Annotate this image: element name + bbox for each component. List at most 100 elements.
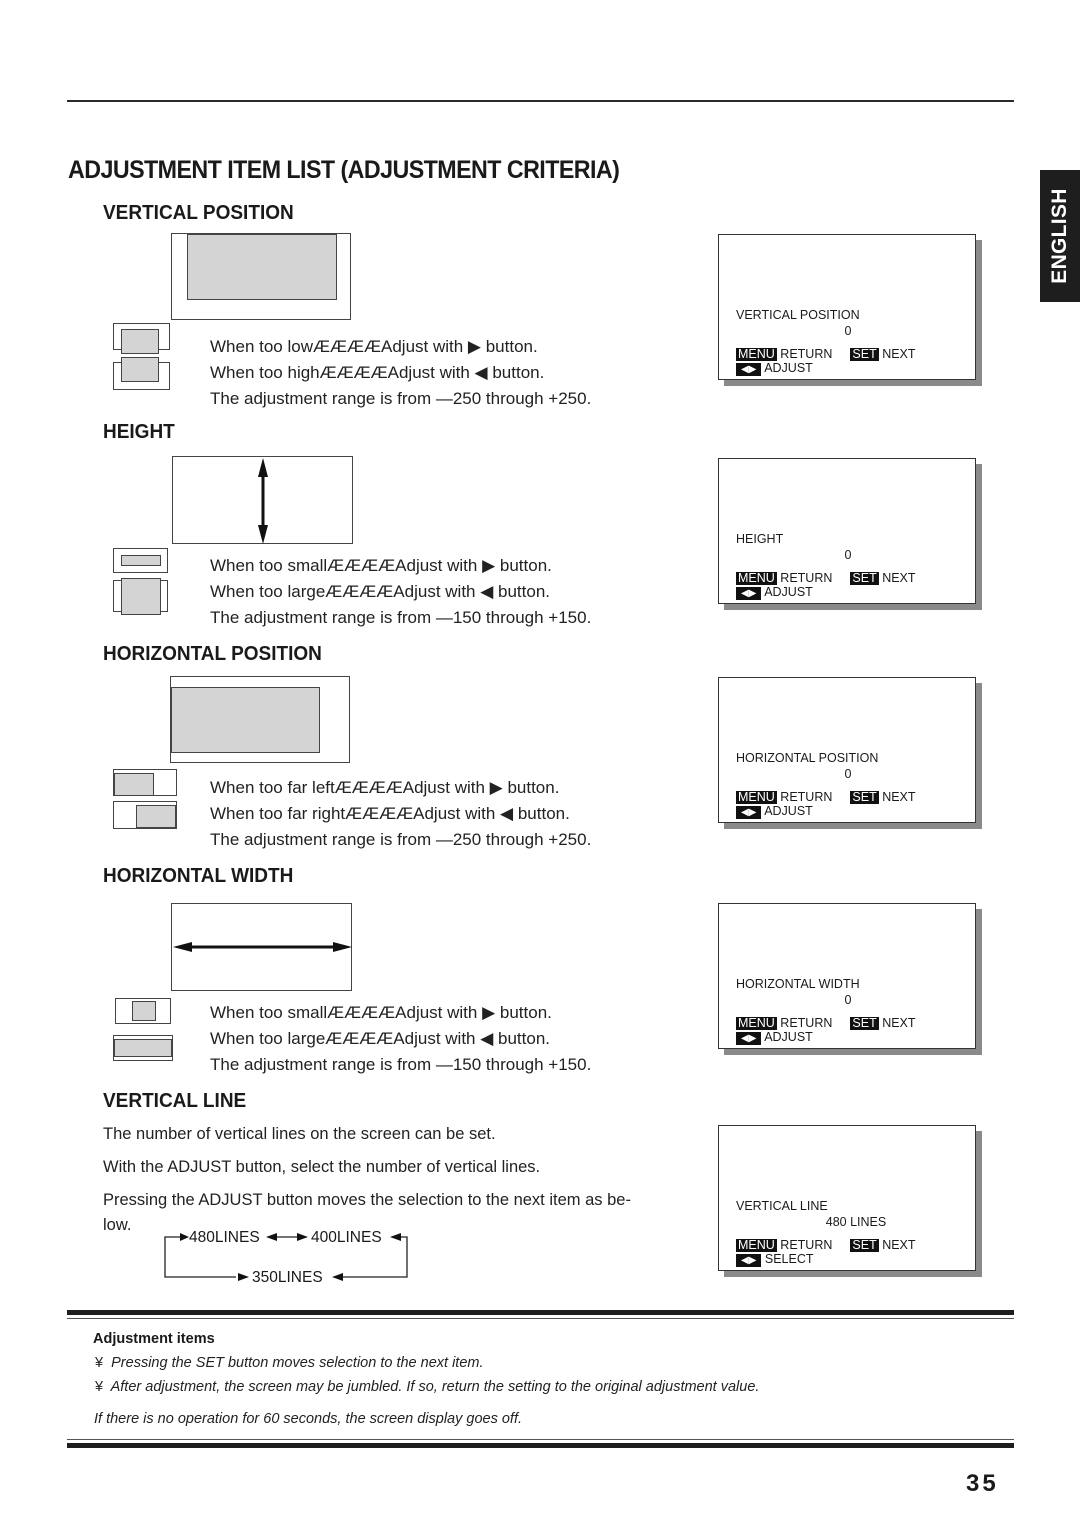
menu-key: MENU <box>736 347 777 361</box>
osd-label: HEIGHT <box>736 532 784 546</box>
menu-key: MENU <box>736 790 777 804</box>
paragraph: low. <box>103 1216 132 1234</box>
osd-label: HORIZONTAL POSITION <box>736 751 879 765</box>
instruction-line: When too lowÆÆÆÆAdjust with ▶ button. <box>210 337 538 356</box>
page-number: 35 <box>966 1470 999 1497</box>
language-tab-label: ENGLISH <box>1048 188 1071 284</box>
action-label: ADJUST <box>764 1030 813 1044</box>
action-label: SELECT <box>764 1252 814 1266</box>
arrow-keys-icon: ◀▶ <box>736 587 762 600</box>
osd-menu-vertical-line: VERTICAL LINE 480 LINES MENU RETURN SET N… <box>718 1125 976 1271</box>
osd-value: 0 <box>844 324 852 338</box>
paragraph: With the ADJUST button, select the numbe… <box>103 1158 541 1176</box>
notes-bottom-rule-thin <box>67 1439 1014 1440</box>
language-tab: ENGLISH <box>1040 170 1080 302</box>
return-label: RETURN <box>780 790 833 804</box>
next-label: NEXT <box>882 790 916 804</box>
instruction-line: When too largeÆÆÆÆAdjust with ◀ button. <box>210 1029 550 1048</box>
return-label: RETURN <box>780 571 833 585</box>
too-high-icon <box>113 357 170 390</box>
osd-value: 0 <box>844 767 852 781</box>
instruction-line: When too smallÆÆÆÆAdjust with ▶ button. <box>210 556 552 575</box>
too-large-icon <box>113 578 168 615</box>
too-far-right-icon <box>113 801 177 829</box>
menu-key: MENU <box>736 1238 777 1252</box>
bullet-icon: ¥ <box>95 1379 104 1395</box>
action-label: ADJUST <box>764 361 813 375</box>
osd-label: VERTICAL LINE <box>736 1199 828 1213</box>
flow-400lines: 400LINES <box>311 1229 382 1246</box>
paragraph: The number of vertical lines on the scre… <box>103 1125 496 1143</box>
section-title: VERTICAL POSITION <box>103 202 294 224</box>
section-title: HORIZONTAL WIDTH <box>103 865 294 887</box>
return-label: RETURN <box>780 1238 833 1252</box>
page-title: ADJUSTMENT ITEM LIST (ADJUSTMENT CRITERI… <box>68 156 620 184</box>
instruction-line: When too highÆÆÆÆAdjust with ◀ button. <box>210 363 545 382</box>
picture-area <box>187 234 337 300</box>
instruction-line: When too smallÆÆÆÆAdjust with ▶ button. <box>210 1003 552 1022</box>
instruction-line: When too far rightÆÆÆÆAdjust with ◀ butt… <box>210 804 570 823</box>
osd-menu-horizontal-position: HORIZONTAL POSITION 0 MENU RETURN SET NEX… <box>718 677 976 823</box>
paragraph: Pressing the ADJUST button moves the sel… <box>103 1191 631 1209</box>
section-title: HEIGHT <box>103 421 175 443</box>
arrow-keys-icon: ◀▶ <box>736 806 762 819</box>
bullet-icon: ¥ <box>95 1355 104 1371</box>
notes-top-rule-thin <box>67 1318 1014 1319</box>
arrow-keys-icon: ◀▶ <box>736 1254 762 1267</box>
set-key: SET <box>850 790 879 804</box>
set-key: SET <box>850 571 879 585</box>
menu-key: MENU <box>736 1016 777 1030</box>
too-small-icon <box>113 548 168 573</box>
osd-value: 480 LINES <box>825 1215 887 1229</box>
set-key: SET <box>850 347 879 361</box>
next-label: NEXT <box>882 1238 916 1252</box>
action-label: ADJUST <box>764 585 813 599</box>
note-item: ¥ Pressing the SET button moves selectio… <box>95 1355 484 1371</box>
next-label: NEXT <box>882 1016 916 1030</box>
arrow-keys-icon: ◀▶ <box>736 363 762 376</box>
set-key: SET <box>850 1016 879 1030</box>
notes-bottom-rule <box>67 1443 1014 1448</box>
too-large-icon <box>113 1035 173 1061</box>
flow-350lines: 350LINES <box>252 1269 323 1286</box>
horizontal-double-arrow-icon <box>173 942 352 952</box>
vertical-position-diagram <box>171 233 351 320</box>
instruction-line: When too far leftÆÆÆÆAdjust with ▶ butto… <box>210 778 560 797</box>
osd-value: 0 <box>844 548 852 562</box>
flow-480lines: 480LINES <box>189 1229 260 1246</box>
range-line: The adjustment range is from —150 throug… <box>210 608 592 627</box>
notes-top-rule <box>67 1310 1014 1315</box>
next-label: NEXT <box>882 347 916 361</box>
horizontal-width-diagram <box>171 903 352 991</box>
return-label: RETURN <box>780 347 833 361</box>
section-title: VERTICAL LINE <box>103 1090 247 1112</box>
note-item: ¥ After adjustment, the screen may be ju… <box>95 1379 760 1395</box>
osd-value: 0 <box>844 993 852 1007</box>
osd-menu-vertical-position: VERTICAL POSITION 0 MENU RETURN SET NEXT … <box>718 234 976 380</box>
too-small-icon <box>115 998 171 1024</box>
next-label: NEXT <box>882 571 916 585</box>
notes-title: Adjustment items <box>93 1331 215 1347</box>
vertical-double-arrow-icon <box>258 458 268 544</box>
action-label: ADJUST <box>764 804 813 818</box>
horizontal-position-diagram <box>170 676 350 763</box>
range-line: The adjustment range is from —250 throug… <box>210 389 592 408</box>
osd-menu-horizontal-width: HORIZONTAL WIDTH 0 MENU RETURN SET NEXT ◀… <box>718 903 976 1049</box>
too-low-icon <box>113 323 170 354</box>
top-rule <box>67 100 1014 102</box>
arrow-keys-icon: ◀▶ <box>736 1032 762 1045</box>
height-diagram <box>172 456 353 544</box>
too-far-left-icon <box>113 769 177 796</box>
osd-label: VERTICAL POSITION <box>736 308 860 322</box>
osd-menu-height: HEIGHT 0 MENU RETURN SET NEXT ◀▶ ADJUST <box>718 458 976 604</box>
instruction-line: When too largeÆÆÆÆAdjust with ◀ button. <box>210 582 550 601</box>
menu-key: MENU <box>736 571 777 585</box>
range-line: The adjustment range is from —250 throug… <box>210 830 592 849</box>
section-title: HORIZONTAL POSITION <box>103 643 322 665</box>
notes-footer: If there is no operation for 60 seconds,… <box>94 1411 523 1427</box>
osd-label: HORIZONTAL WIDTH <box>736 977 860 991</box>
picture-area <box>171 687 320 753</box>
range-line: The adjustment range is from —150 throug… <box>210 1055 592 1074</box>
return-label: RETURN <box>780 1016 833 1030</box>
set-key: SET <box>850 1238 879 1252</box>
